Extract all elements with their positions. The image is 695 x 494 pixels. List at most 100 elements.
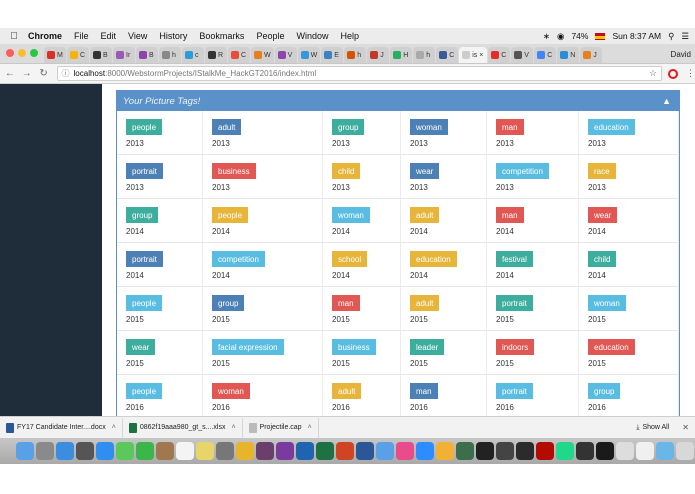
- input-flag-icon[interactable]: [595, 32, 606, 40]
- browser-tab[interactable]: C: [436, 47, 459, 63]
- profile-name[interactable]: David: [671, 50, 695, 63]
- browser-tab[interactable]: h: [159, 47, 181, 63]
- ibooks-icon[interactable]: [516, 442, 534, 460]
- bluetooth-icon[interactable]: ∗: [543, 31, 550, 42]
- preview-icon[interactable]: [436, 442, 454, 460]
- launchpad-icon[interactable]: [36, 442, 54, 460]
- minimize-window-icon[interactable]: [18, 49, 26, 57]
- browser-tab[interactable]: V: [274, 47, 297, 63]
- reload-icon[interactable]: ↻: [37, 68, 51, 79]
- tag-label[interactable]: group: [332, 119, 365, 135]
- tag-label[interactable]: portrait: [126, 163, 163, 179]
- folder-icon[interactable]: [656, 442, 674, 460]
- word-icon[interactable]: [356, 442, 374, 460]
- menu-window[interactable]: Window: [290, 31, 334, 41]
- tag-label[interactable]: woman: [410, 119, 448, 135]
- files-icon[interactable]: [616, 442, 634, 460]
- tag-label[interactable]: group: [588, 383, 621, 399]
- webstorm-icon[interactable]: [596, 442, 614, 460]
- app-store-icon[interactable]: [96, 442, 114, 460]
- browser-tab[interactable]: V: [511, 47, 534, 63]
- menu-bookmarks[interactable]: Bookmarks: [193, 31, 250, 41]
- browser-tab[interactable]: h: [344, 47, 367, 63]
- extension-icon[interactable]: [668, 68, 678, 79]
- notes-icon[interactable]: [196, 442, 214, 460]
- mail-icon[interactable]: [376, 442, 394, 460]
- browser-tab[interactable]: B: [136, 47, 158, 63]
- browser-tab[interactable]: C: [67, 47, 89, 63]
- tag-label[interactable]: group: [212, 295, 245, 311]
- tag-label[interactable]: wear: [126, 339, 156, 355]
- tag-label[interactable]: indoors: [496, 339, 535, 355]
- menu-view[interactable]: View: [122, 31, 153, 41]
- contacts-icon[interactable]: [156, 442, 174, 460]
- github-icon[interactable]: [576, 442, 594, 460]
- chrome-icon[interactable]: [236, 442, 254, 460]
- tag-label[interactable]: man: [332, 295, 360, 311]
- tag-label[interactable]: business: [332, 339, 376, 355]
- browser-tab[interactable]: c: [182, 47, 204, 63]
- close-download-bar-icon[interactable]: ✕: [682, 423, 689, 432]
- tag-label[interactable]: adult: [410, 295, 440, 311]
- terminal-icon[interactable]: [476, 442, 494, 460]
- download-options-icon[interactable]: ˄: [231, 424, 235, 431]
- finder-icon[interactable]: [16, 442, 34, 460]
- notification-center-icon[interactable]: ☰: [681, 31, 689, 42]
- browser-tab[interactable]: C: [534, 47, 557, 63]
- browser-tab[interactable]: J: [367, 47, 390, 63]
- browser-tab[interactable]: h: [413, 47, 436, 63]
- zoom-window-icon[interactable]: [30, 49, 38, 57]
- itunes-icon[interactable]: [396, 442, 414, 460]
- tag-label[interactable]: people: [126, 119, 163, 135]
- messages-icon[interactable]: [116, 442, 134, 460]
- zoom-icon[interactable]: [416, 442, 434, 460]
- apple-icon[interactable]: : [6, 31, 22, 42]
- tag-label[interactable]: wear: [588, 207, 618, 223]
- browser-tab[interactable]: R: [205, 47, 227, 63]
- outlook-icon[interactable]: [296, 442, 314, 460]
- tag-label[interactable]: people: [126, 383, 163, 399]
- tag-label[interactable]: portrait: [496, 383, 533, 399]
- download-options-icon[interactable]: ˄: [112, 424, 116, 431]
- browser-tab[interactable]: C: [488, 47, 511, 63]
- browser-tab[interactable]: E: [321, 47, 344, 63]
- preferences-icon[interactable]: [216, 442, 234, 460]
- menu-edit[interactable]: Edit: [95, 31, 123, 41]
- bookmark-star-icon[interactable]: ☆: [649, 68, 661, 79]
- browser-tab[interactable]: H: [390, 47, 413, 63]
- tag-label[interactable]: people: [126, 295, 163, 311]
- browser-tab[interactable]: J: [580, 47, 603, 63]
- browser-tab[interactable]: W: [297, 47, 321, 63]
- slack-icon[interactable]: [256, 442, 274, 460]
- browser-tab[interactable]: C: [228, 47, 250, 63]
- menu-help[interactable]: Help: [334, 31, 365, 41]
- close-window-icon[interactable]: [6, 49, 14, 57]
- download-options-icon[interactable]: ˄: [308, 424, 312, 431]
- tag-label[interactable]: people: [212, 207, 249, 223]
- address-bar[interactable]: ⓘ localhost:8000/WebstormProjects/IStalk…: [56, 66, 663, 81]
- tag-label[interactable]: leader: [410, 339, 445, 355]
- acrobat-icon[interactable]: [536, 442, 554, 460]
- page-info-icon[interactable]: ⓘ: [62, 68, 70, 79]
- download-item[interactable]: FY17 Candidate Inter....docx ˄: [0, 417, 123, 438]
- tag-label[interactable]: school: [332, 251, 368, 267]
- powerpoint-icon[interactable]: [336, 442, 354, 460]
- tag-label[interactable]: portrait: [496, 295, 533, 311]
- tag-label[interactable]: portrait: [126, 251, 163, 267]
- download-item[interactable]: 0862f19aaa980_gt_s....xlsx ˄: [123, 417, 243, 438]
- browser-tab[interactable]: N: [557, 47, 580, 63]
- panel-header[interactable]: Your Picture Tags! ▲: [117, 91, 679, 111]
- tag-label[interactable]: child: [588, 251, 617, 267]
- onenote-icon[interactable]: [276, 442, 294, 460]
- tag-label[interactable]: education: [588, 119, 635, 135]
- collapse-chevron-icon[interactable]: ▲: [662, 96, 671, 106]
- browser-tab[interactable]: M: [44, 47, 66, 63]
- chrome-menu-icon[interactable]: ⋮: [686, 68, 695, 79]
- tag-label[interactable]: competition: [496, 163, 549, 179]
- tag-label[interactable]: woman: [332, 207, 370, 223]
- tag-label[interactable]: education: [410, 251, 457, 267]
- calendar-icon[interactable]: [176, 442, 194, 460]
- tag-label[interactable]: child: [332, 163, 361, 179]
- document-icon[interactable]: [636, 442, 654, 460]
- tag-label[interactable]: man: [410, 383, 438, 399]
